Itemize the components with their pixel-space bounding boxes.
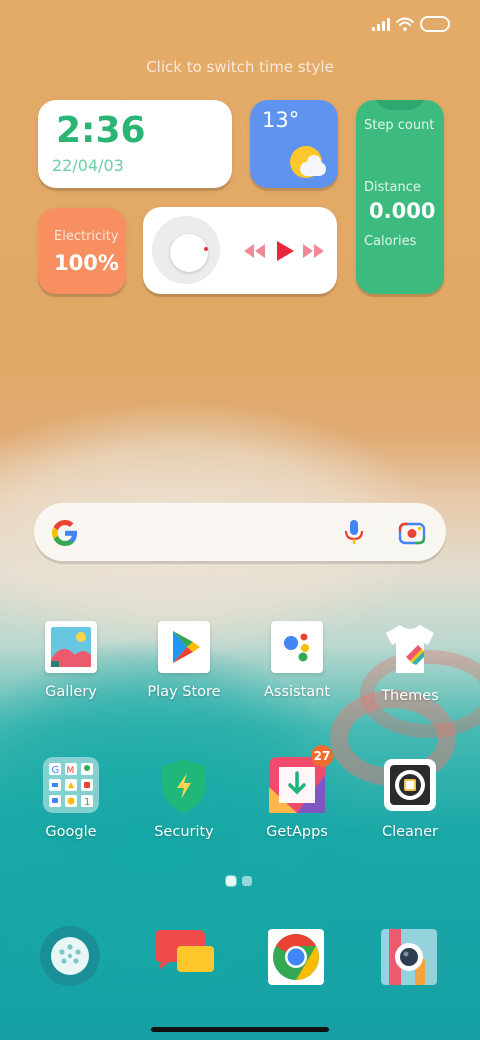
battery-icon xyxy=(420,16,450,32)
getapps-badge: 27 xyxy=(311,745,333,767)
app-assistant[interactable]: Assistant xyxy=(242,621,352,700)
app-gallery[interactable]: Gallery xyxy=(16,621,126,700)
google-search-bar[interactable] xyxy=(34,503,446,561)
step-count-widget[interactable]: Step count Distance 0.000 Calories xyxy=(356,100,444,294)
security-label: Security xyxy=(154,824,214,840)
play-store-icon xyxy=(158,621,210,673)
security-shield-icon xyxy=(156,757,212,813)
clock-date: 22/04/03 xyxy=(52,156,124,175)
microphone-icon[interactable] xyxy=(342,518,366,546)
previous-icon[interactable] xyxy=(241,238,267,264)
assistant-icon xyxy=(271,621,323,673)
app-google-folder[interactable]: G M 1 Google xyxy=(16,757,126,840)
next-icon[interactable] xyxy=(301,238,327,264)
step-count-title: Step count xyxy=(364,118,435,133)
messages-icon[interactable] xyxy=(153,926,214,986)
electricity-value: 100% xyxy=(54,251,119,275)
electricity-label: Electricity xyxy=(54,229,119,244)
svg-text:1: 1 xyxy=(84,797,90,808)
camera-icon[interactable] xyxy=(381,929,441,989)
clock-time: 2:36 xyxy=(56,110,146,151)
page-dot-2[interactable] xyxy=(242,876,252,886)
google-folder-icon: G M 1 xyxy=(43,757,99,813)
distance-label: Distance xyxy=(364,180,421,195)
cleaner-icon xyxy=(382,757,438,813)
distance-value: 0.000 xyxy=(369,199,436,223)
lens-camera-icon[interactable] xyxy=(398,519,426,547)
switch-time-style-hint[interactable]: Click to switch time style xyxy=(0,58,480,76)
app-security[interactable]: Security xyxy=(129,757,239,840)
gallery-icon xyxy=(45,621,97,673)
page-dot-1[interactable] xyxy=(226,876,236,886)
gallery-label: Gallery xyxy=(45,684,97,700)
clock-widget[interactable]: 2:36 22/04/03 xyxy=(38,100,232,188)
wifi-icon xyxy=(396,17,414,31)
app-play-store[interactable]: Play Store xyxy=(129,621,239,700)
calories-label: Calories xyxy=(364,234,417,249)
page-indicator xyxy=(226,876,252,886)
google-folder-label: Google xyxy=(45,824,97,840)
google-g-icon xyxy=(52,520,77,546)
electricity-widget[interactable]: Electricity 100% xyxy=(38,208,126,294)
status-bar xyxy=(372,16,450,32)
assistant-label: Assistant xyxy=(263,684,331,700)
music-disc-icon xyxy=(152,216,220,284)
music-widget[interactable] xyxy=(143,207,337,294)
play-icon[interactable] xyxy=(271,238,297,264)
play-store-label: Play Store xyxy=(147,684,221,700)
svg-text:G: G xyxy=(52,765,60,776)
svg-text:M: M xyxy=(67,766,75,776)
themes-tshirt-icon xyxy=(382,621,438,677)
chrome-icon[interactable] xyxy=(268,929,328,989)
getapps-icon: 27 xyxy=(269,745,333,813)
signal-icon xyxy=(372,17,390,31)
app-getapps[interactable]: 27 GetApps xyxy=(242,745,352,840)
app-cleaner[interactable]: Cleaner xyxy=(355,757,465,840)
weather-temperature: 13° xyxy=(262,108,300,132)
weather-widget[interactable]: 13° xyxy=(250,100,338,188)
phone-icon[interactable] xyxy=(40,926,100,986)
cleaner-label: Cleaner xyxy=(381,824,439,840)
gesture-navigation-bar[interactable] xyxy=(151,1027,329,1032)
app-themes[interactable]: Themes xyxy=(355,621,465,704)
getapps-label: GetApps xyxy=(266,824,328,840)
themes-label: Themes xyxy=(381,688,439,704)
